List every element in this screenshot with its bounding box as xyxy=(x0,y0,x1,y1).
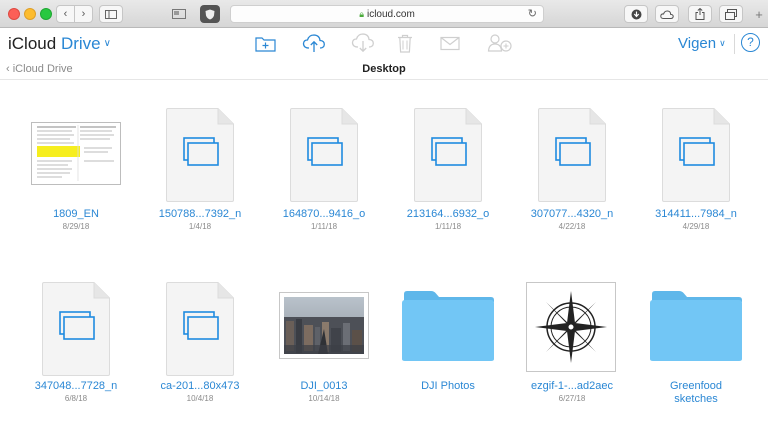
share-button[interactable] xyxy=(688,5,712,23)
new-folder-icon xyxy=(255,36,276,52)
file-date: 4/29/18 xyxy=(682,222,710,231)
file-date: 1/4/18 xyxy=(188,222,212,231)
file-date: 10/4/18 xyxy=(186,394,214,403)
shield-icon xyxy=(205,9,215,19)
file-date: 1/11/18 xyxy=(434,222,462,231)
tabs-icon xyxy=(725,8,737,20)
extension-button[interactable] xyxy=(200,5,220,23)
reload-icon[interactable]: ↻ xyxy=(528,7,537,20)
file-name: DJI_0013 xyxy=(300,380,348,392)
file-date: 6/8/18 xyxy=(64,394,88,403)
show-all-tabs-button[interactable] xyxy=(719,5,743,23)
divider xyxy=(734,34,735,54)
forward-button[interactable]: › xyxy=(74,5,93,23)
cloud-icon xyxy=(660,9,674,19)
tab-icon xyxy=(172,9,186,19)
file-date: 6/27/18 xyxy=(558,394,586,403)
folder-icon xyxy=(402,291,494,361)
zoom-window-button[interactable] xyxy=(40,8,52,20)
chevron-right-icon: › xyxy=(81,8,86,20)
sidebar-icon xyxy=(105,9,117,19)
back-button[interactable]: ‹ xyxy=(56,5,75,23)
close-window-button[interactable] xyxy=(8,8,20,20)
brand-drive: Drive xyxy=(60,34,101,53)
minimize-window-button[interactable] xyxy=(24,8,36,20)
download-button xyxy=(350,32,376,54)
image-file-icon xyxy=(42,282,110,376)
download-circle-icon xyxy=(631,9,641,19)
tab-overview-button[interactable] xyxy=(166,5,192,23)
page-title: Desktop xyxy=(362,63,406,75)
file-date: 4/22/18 xyxy=(558,222,586,231)
share-people-button xyxy=(486,32,514,54)
app-header: iCloud Drive ∨ Vigen ∨ ? xyxy=(0,28,768,60)
folder-name: Greenfood sketches xyxy=(670,380,722,405)
file-name: 213164...6932_o xyxy=(406,208,490,220)
file-date: 1/11/18 xyxy=(310,222,338,231)
file-name: ezgif-1-...ad2aec xyxy=(531,380,613,392)
breadcrumb: ‹ iCloud Drive Desktop xyxy=(0,60,768,80)
image-file-icon xyxy=(290,108,358,202)
folder-name: DJI Photos xyxy=(421,380,475,392)
upload-icon xyxy=(302,34,325,52)
file-name: 307077...4320_n xyxy=(530,208,614,220)
help-button[interactable]: ? xyxy=(741,33,760,52)
email-button xyxy=(438,32,462,54)
file-name: 347048...7728_n xyxy=(34,380,118,392)
file-name: 1809_EN xyxy=(53,208,99,220)
compass-rose-icon xyxy=(532,288,610,366)
share-box-icon xyxy=(695,8,705,20)
file-name: ca-201...80x473 xyxy=(160,380,240,392)
chevron-down-icon: ∨ xyxy=(103,38,111,49)
spreadsheet-thumbnail xyxy=(31,122,121,185)
add-people-icon xyxy=(487,34,512,52)
download-icon xyxy=(351,33,374,53)
icloud-tabs-button[interactable] xyxy=(655,5,679,23)
folder-icon xyxy=(650,291,742,361)
photo-thumbnail xyxy=(279,292,369,359)
new-tab-button[interactable]: + xyxy=(752,7,766,23)
image-thumbnail xyxy=(526,282,616,372)
sidebar-toggle-button[interactable] xyxy=(99,5,123,23)
image-file-icon xyxy=(166,282,234,376)
chevron-left-icon: ‹ xyxy=(63,8,68,20)
chevron-down-icon: ∨ xyxy=(719,38,726,48)
new-folder-button[interactable] xyxy=(254,32,278,54)
downloads-button[interactable] xyxy=(624,5,648,23)
image-file-icon xyxy=(662,108,730,202)
upload-button[interactable] xyxy=(301,32,327,54)
brand-icloud: iCloud xyxy=(8,34,57,53)
user-menu[interactable]: Vigen ∨ xyxy=(678,35,726,52)
file-date: 8/29/18 xyxy=(62,222,90,231)
file-date: 10/14/18 xyxy=(308,394,340,403)
url-text: icloud.com xyxy=(366,8,415,20)
delete-button xyxy=(393,32,417,54)
image-file-icon xyxy=(166,108,234,202)
address-bar[interactable]: 🔒︎ icloud.com ↻ xyxy=(230,5,544,23)
browser-toolbar: ‹ › 🔒︎ icloud.com ↻ + xyxy=(0,0,768,28)
app-title[interactable]: iCloud Drive ∨ xyxy=(8,34,111,54)
trash-icon xyxy=(398,34,412,53)
file-name: 164870...9416_o xyxy=(282,208,366,220)
file-name: 314411...7984_n xyxy=(655,208,737,220)
image-file-icon xyxy=(538,108,606,202)
user-name: Vigen xyxy=(678,35,717,52)
lock-icon: 🔒︎ xyxy=(359,8,364,19)
mail-icon xyxy=(440,36,460,50)
image-file-icon xyxy=(414,108,482,202)
file-name: 150788...7392_n xyxy=(158,208,242,220)
